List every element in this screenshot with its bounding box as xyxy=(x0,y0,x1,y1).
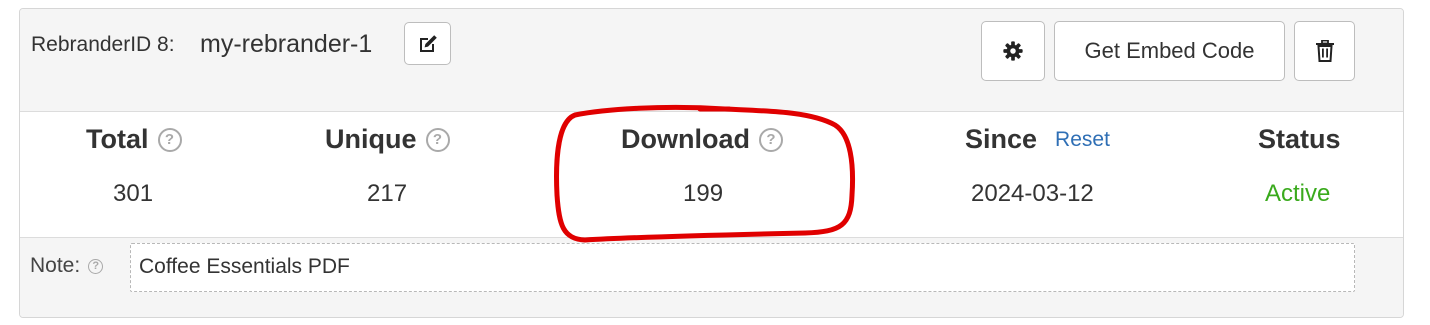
stat-total-header: Total ? xyxy=(86,124,182,155)
stat-status-label: Status xyxy=(1258,124,1341,154)
stat-status-header: Status xyxy=(1258,124,1341,155)
stat-since-value: 2024-03-12 xyxy=(971,180,1094,207)
stat-total-label: Total xyxy=(86,124,149,154)
help-icon[interactable]: ? xyxy=(157,127,182,152)
stat-unique-label: Unique xyxy=(325,124,417,154)
stat-unique-header: Unique ? xyxy=(325,124,450,155)
stat-download-value: 199 xyxy=(683,180,724,207)
stat-download-label: Download xyxy=(621,124,750,154)
get-embed-code-button[interactable]: Get Embed Code xyxy=(1054,21,1285,81)
stat-since-label: Since xyxy=(965,124,1038,154)
stat-total-value: 301 xyxy=(113,180,154,207)
trash-icon xyxy=(1315,40,1334,62)
edit-name-button[interactable] xyxy=(404,22,451,65)
rebrander-name: my-rebrander-1 xyxy=(200,30,373,58)
help-icon[interactable]: ? xyxy=(759,127,783,152)
note-label-group: Note: ? xyxy=(30,254,104,278)
stat-since-header: Since Reset xyxy=(965,124,1110,155)
stat-download-header: Download ? xyxy=(621,124,783,155)
edit-icon xyxy=(419,34,437,52)
settings-button[interactable] xyxy=(981,21,1045,81)
stat-unique-value: 217 xyxy=(367,180,408,207)
reset-link[interactable]: Reset xyxy=(1055,128,1110,152)
help-icon[interactable]: ? xyxy=(88,258,104,274)
help-icon[interactable]: ? xyxy=(425,127,450,152)
stat-status-value: Active xyxy=(1265,180,1331,207)
note-field[interactable]: Coffee Essentials PDF xyxy=(130,243,1355,292)
delete-button[interactable] xyxy=(1294,21,1355,81)
gear-icon xyxy=(1003,41,1023,61)
rebrander-id-label: RebranderID 8: xyxy=(31,33,175,56)
note-label: Note: xyxy=(30,254,81,277)
